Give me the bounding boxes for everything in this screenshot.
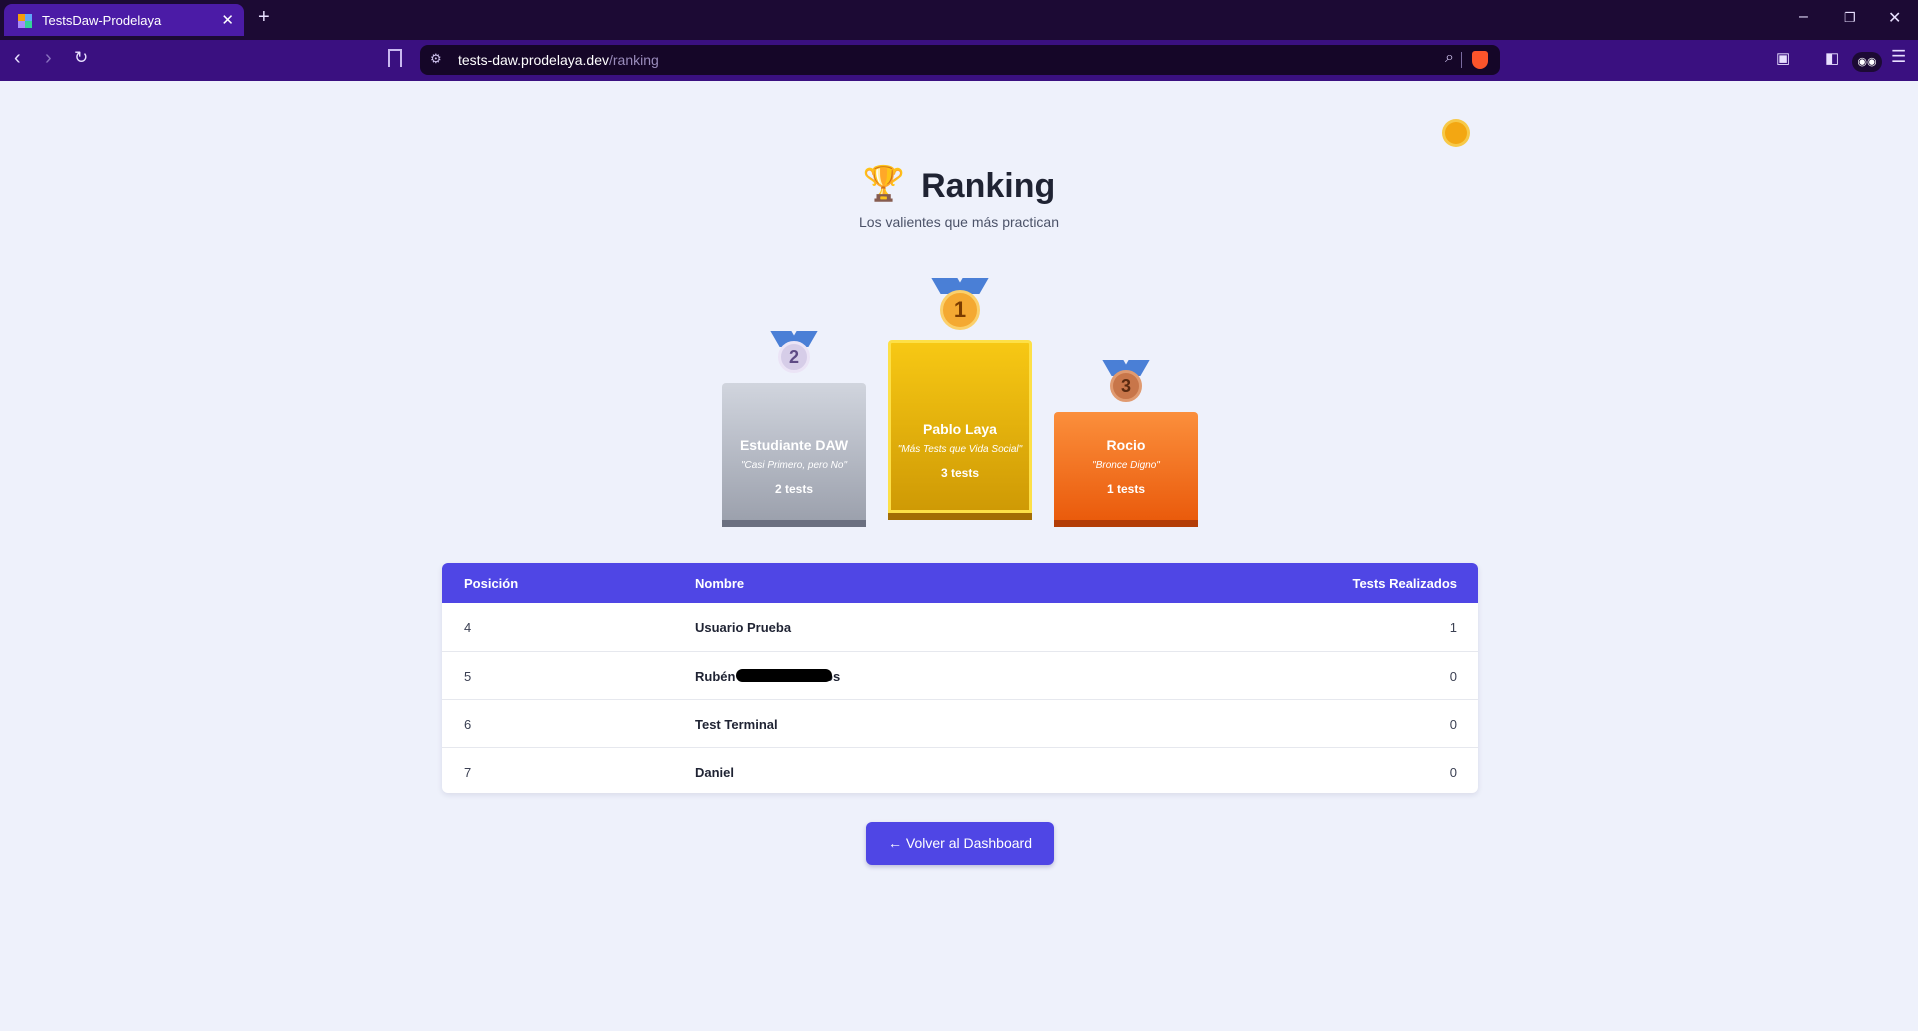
gold-medal-icon: 1: [936, 278, 984, 332]
podium-motto: "Más Tests que Vida Social": [897, 444, 1023, 455]
row-position: 6: [464, 717, 472, 732]
podium-name: Rocio: [1106, 437, 1146, 453]
sidebar-toggle-icon[interactable]: ◧: [1825, 49, 1839, 67]
table-row: 4 Usuario Prueba 1: [442, 603, 1478, 651]
podium-tests: 1 tests: [1106, 482, 1146, 496]
back-arrow-icon[interactable]: ‹: [14, 47, 21, 70]
brave-shields-icon[interactable]: [1472, 51, 1488, 69]
window-close-icon[interactable]: ✕: [1888, 8, 1901, 28]
site-favicon-icon: [18, 14, 32, 28]
row-position: 5: [464, 669, 472, 684]
podium-second-place: Estudiante DAW "Casi Primero, pero No" 2…: [722, 383, 866, 527]
podium-base: [1054, 520, 1198, 527]
table-row: 7 Daniel 0: [442, 747, 1478, 793]
row-tests: 0: [1449, 669, 1457, 684]
podium-motto: "Casi Primero, pero No": [740, 460, 848, 471]
browser-tab-bar: TestsDaw-Prodelaya ✕ + – ❐ ✕: [0, 0, 1918, 40]
url-text[interactable]: tests-daw.prodelaya.dev/ranking: [458, 52, 659, 68]
site-settings-icon[interactable]: ⚙: [430, 51, 442, 67]
tab-capture-icon[interactable]: ▣: [1776, 49, 1790, 67]
row-name: Test Terminal: [695, 717, 778, 732]
address-bar[interactable]: ⚙ tests-daw.prodelaya.dev/ranking ⌕: [420, 45, 1500, 75]
row-name: Usuario Prueba: [695, 620, 792, 635]
ranking-table: Posición Nombre Tests Realizados 4 Usuar…: [442, 563, 1478, 793]
podium-tests: 2 tests: [774, 482, 814, 496]
podium-name: Estudiante DAW: [739, 437, 849, 453]
row-position: 4: [464, 620, 472, 635]
restore-icon[interactable]: ❐: [1844, 10, 1856, 26]
bronze-medal-icon: 3: [1107, 360, 1145, 406]
bookmark-icon[interactable]: [388, 49, 402, 67]
table-header: Posición Nombre Tests Realizados: [442, 563, 1478, 603]
header-position: Posición: [464, 576, 519, 591]
header-tests: Tests Realizados: [1352, 576, 1457, 591]
trophy-icon: 🏆: [862, 165, 906, 203]
new-tab-icon[interactable]: +: [258, 6, 270, 29]
row-position: 7: [464, 765, 472, 780]
podium-base: [722, 520, 866, 527]
podium-first-place: Pablo Laya "Más Tests que Vida Social" 3…: [888, 340, 1032, 520]
silver-medal-icon: 2: [775, 331, 813, 377]
row-tests: 0: [1449, 765, 1457, 780]
podium-motto: "Bronce Digno": [1092, 460, 1160, 471]
forward-arrow-icon[interactable]: ›: [45, 47, 52, 70]
row-tests: 1: [1449, 620, 1457, 635]
table-row: 5 Rubén Martín Novalbos 0: [442, 651, 1478, 699]
redaction-bar: [736, 669, 832, 682]
podium-third-place: Rocio "Bronce Digno" 1 tests: [1054, 412, 1198, 527]
podium-name: Pablo Laya: [923, 421, 997, 437]
page-title: 🏆 Ranking: [862, 165, 1056, 205]
zoom-icon[interactable]: ⌕: [1445, 49, 1454, 67]
extension-glasses-icon[interactable]: ◉◉: [1852, 52, 1882, 72]
tab-title: TestsDaw-Prodelaya: [42, 13, 162, 28]
tab-close-icon[interactable]: ✕: [221, 11, 234, 29]
podium-tests: 3 tests: [940, 466, 980, 480]
page-subtitle: Los valientes que más practican: [859, 214, 1059, 230]
row-name: Daniel: [695, 765, 735, 780]
podium-base: [888, 513, 1032, 520]
row-tests: 0: [1449, 717, 1457, 732]
back-to-dashboard-button[interactable]: ← Volver al Dashboard: [866, 822, 1054, 865]
url-separator: [1461, 52, 1462, 68]
browser-tab[interactable]: TestsDaw-Prodelaya ✕: [4, 4, 244, 36]
table-row: 6 Test Terminal 0: [442, 699, 1478, 747]
menu-icon[interactable]: ☰: [1891, 47, 1906, 67]
theme-toggle-sun-icon[interactable]: [1445, 122, 1467, 144]
minimize-icon[interactable]: –: [1799, 8, 1808, 26]
header-name: Nombre: [695, 576, 745, 591]
browser-nav-bar: ‹ › ↻ ⚙ tests-daw.prodelaya.dev/ranking …: [0, 40, 1918, 81]
reload-icon[interactable]: ↻: [74, 48, 88, 68]
